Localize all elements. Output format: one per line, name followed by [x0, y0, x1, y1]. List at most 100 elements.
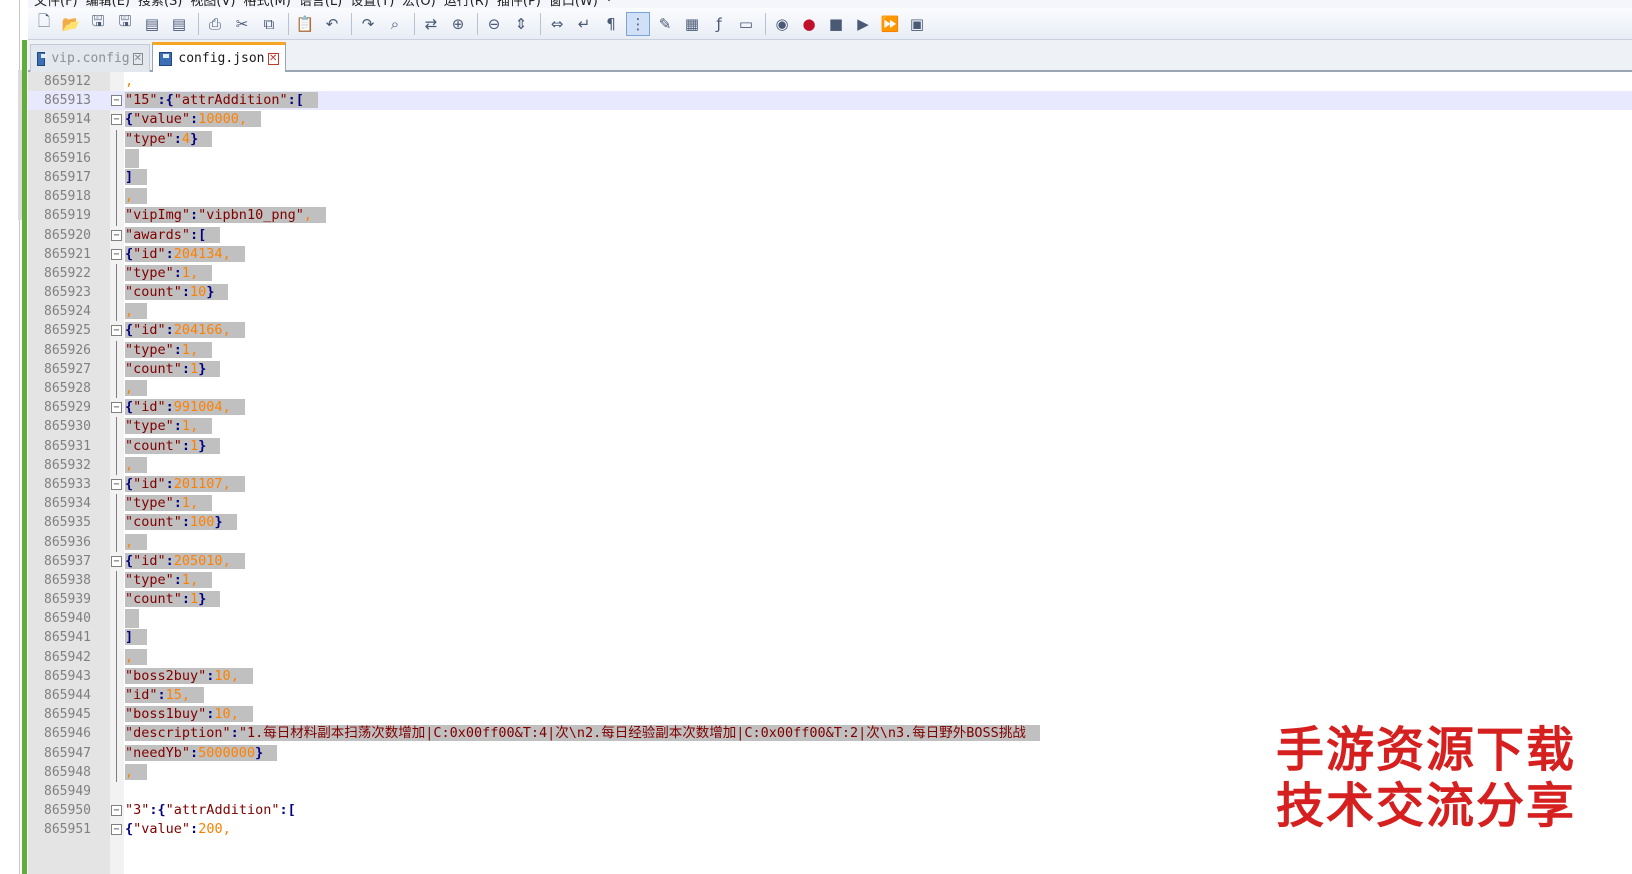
- code-line[interactable]: 865933 − {"id":201107,: [28, 475, 1632, 494]
- fold-guide-line: [116, 417, 117, 437]
- code-line[interactable]: 865924,: [28, 302, 1632, 322]
- code-line[interactable]: 865934 "type":1,: [28, 494, 1632, 514]
- code-line[interactable]: 865919 "vipImg":"vipbn10_png",: [28, 206, 1632, 226]
- code-line[interactable]: 865937 − {"id":205010,: [28, 552, 1632, 571]
- code-line[interactable]: 865914 − {"value":10000,: [28, 110, 1632, 129]
- copy-icon[interactable]: ⧉: [257, 12, 281, 36]
- tab-vip-config[interactable]: vip.config ✕: [30, 44, 150, 72]
- code-line[interactable]: 865915 "type":4}: [28, 129, 1632, 149]
- code-text: ,: [125, 187, 148, 206]
- code-line[interactable]: 865913 − "15":{"attrAddition":[: [28, 91, 1632, 111]
- sync-horizontal-icon[interactable]: ⇔: [545, 12, 569, 36]
- fold-toggle-icon[interactable]: −: [111, 114, 122, 126]
- save-icon[interactable]: 🖫: [86, 12, 110, 36]
- fold-toggle-icon[interactable]: −: [111, 402, 122, 414]
- user-lang-icon[interactable]: ✎: [653, 12, 677, 36]
- zoom-out-icon[interactable]: ⊖: [482, 12, 506, 36]
- menu-item[interactable]: 视图(V): [190, 0, 235, 8]
- code-line[interactable]: 865936,: [28, 532, 1632, 552]
- menu-item[interactable]: 文件(F): [34, 0, 78, 8]
- menu-item[interactable]: 设置(T): [350, 0, 394, 8]
- code-line[interactable]: 865932,: [28, 455, 1632, 475]
- close-all-icon[interactable]: ▤: [167, 12, 191, 36]
- close-tab-icon[interactable]: ✕: [132, 52, 143, 65]
- toolbar-separator: [540, 12, 541, 35]
- menu-item[interactable]: 搜索(S): [138, 0, 182, 8]
- close-icon[interactable]: ▤: [140, 12, 164, 36]
- print-icon[interactable]: ⎙: [203, 12, 227, 36]
- new-file-icon[interactable]: 🗋: [32, 12, 56, 36]
- folder-workspace-icon[interactable]: ▭: [734, 12, 758, 36]
- fold-toggle-icon[interactable]: −: [111, 555, 122, 567]
- macro-save-icon[interactable]: ▣: [905, 12, 929, 36]
- code-text: "type":1,: [125, 571, 213, 590]
- line-number: 865950: [44, 803, 91, 819]
- indent-guide-icon[interactable]: ⋮: [626, 11, 650, 36]
- undo-icon[interactable]: ↶: [320, 12, 344, 36]
- code-line[interactable]: 865921 − {"id":204134,: [28, 245, 1632, 264]
- menu-item[interactable]: 格式(M): [243, 0, 290, 8]
- function-list-icon[interactable]: ƒ: [707, 12, 731, 36]
- code-line[interactable]: 865929 − {"id":991004,: [28, 398, 1632, 417]
- menu-item[interactable]: 插件(P): [497, 0, 541, 8]
- redo-icon[interactable]: ↷: [356, 12, 380, 36]
- macro-play-icon[interactable]: ▶: [851, 12, 875, 36]
- code-line[interactable]: 865941]: [28, 628, 1632, 648]
- code-line[interactable]: 865928,: [28, 379, 1632, 399]
- fold-toggle-icon[interactable]: −: [111, 805, 122, 817]
- menu-item[interactable]: 语言(L): [299, 0, 342, 8]
- sync-vertical-icon[interactable]: ⇕: [509, 12, 533, 36]
- fold-toggle-icon[interactable]: −: [111, 248, 122, 260]
- replace-icon[interactable]: ⇄: [419, 12, 443, 36]
- code-text: "count":1}: [125, 590, 221, 609]
- close-tab-icon[interactable]: ✕: [267, 52, 279, 65]
- code-line[interactable]: 865923 "count":10}: [28, 283, 1632, 303]
- code-line[interactable]: 865918,: [28, 187, 1632, 207]
- menu-item[interactable]: 宏(O): [402, 0, 435, 8]
- code-line[interactable]: 865916: [28, 148, 1632, 168]
- code-line[interactable]: 865926 "type":1,: [28, 340, 1632, 360]
- show-all-chars-icon[interactable]: ¶: [599, 12, 623, 36]
- zoom-in-icon[interactable]: ⊕: [446, 12, 470, 36]
- fold-toggle-icon[interactable]: −: [111, 824, 122, 836]
- code-line[interactable]: 865927 "count":1}: [28, 359, 1632, 379]
- fold-toggle-icon[interactable]: −: [111, 325, 122, 337]
- word-wrap-icon[interactable]: ↵: [572, 12, 596, 36]
- code-text: "count":100}: [125, 513, 237, 532]
- code-line[interactable]: 865931 "count":1}: [28, 436, 1632, 456]
- fold-toggle-icon[interactable]: −: [111, 478, 122, 490]
- code-line[interactable]: 865943 "boss2buy":10,: [28, 666, 1632, 686]
- find-icon[interactable]: ⌕: [383, 12, 407, 36]
- code-line[interactable]: 865912,: [28, 72, 1632, 91]
- code-line[interactable]: 865920 − "awards":[: [28, 226, 1632, 245]
- macro-run-multiple-icon[interactable]: ⏩: [878, 12, 902, 36]
- fold-guide-line: [116, 743, 117, 763]
- fold-toggle-icon[interactable]: −: [111, 95, 122, 107]
- menu-item[interactable]: 窗口(W): [549, 0, 598, 8]
- code-line[interactable]: 865940: [28, 609, 1632, 629]
- save-all-icon[interactable]: 🖫: [113, 12, 137, 36]
- tab-config-json[interactable]: config.json ✕: [152, 42, 286, 72]
- macro-record-icon[interactable]: ●: [797, 12, 821, 36]
- code-line[interactable]: 865930 "type":1,: [28, 417, 1632, 437]
- menu-item[interactable]: ?: [606, 0, 613, 8]
- code-line[interactable]: 865944 "id":15,: [28, 686, 1632, 706]
- code-line[interactable]: 865938 "type":1,: [28, 570, 1632, 591]
- code-line[interactable]: 865935 "count":100}: [28, 513, 1632, 533]
- code-line[interactable]: 865917]: [28, 167, 1632, 188]
- code-line[interactable]: 865925 − {"id":204166,: [28, 321, 1632, 340]
- doc-map-icon[interactable]: ▦: [680, 12, 704, 36]
- fold-toggle-icon[interactable]: −: [111, 229, 122, 241]
- macro-stop-icon[interactable]: ■: [824, 12, 848, 36]
- monitoring-icon[interactable]: ◉: [770, 12, 794, 36]
- code-line[interactable]: 865939 "count":1}: [28, 590, 1632, 610]
- menu-item[interactable]: 运行(R): [444, 0, 489, 8]
- paste-icon[interactable]: 📋: [293, 12, 317, 36]
- toolbar-separator: [477, 12, 478, 35]
- open-file-icon[interactable]: 📂: [59, 12, 83, 36]
- code-line[interactable]: 865942,: [28, 647, 1632, 667]
- code-line[interactable]: 865922 "type":1,: [28, 263, 1632, 284]
- cut-icon[interactable]: ✂: [230, 12, 254, 36]
- fold-guide-line: [116, 379, 117, 399]
- menu-item[interactable]: 编辑(E): [86, 0, 130, 8]
